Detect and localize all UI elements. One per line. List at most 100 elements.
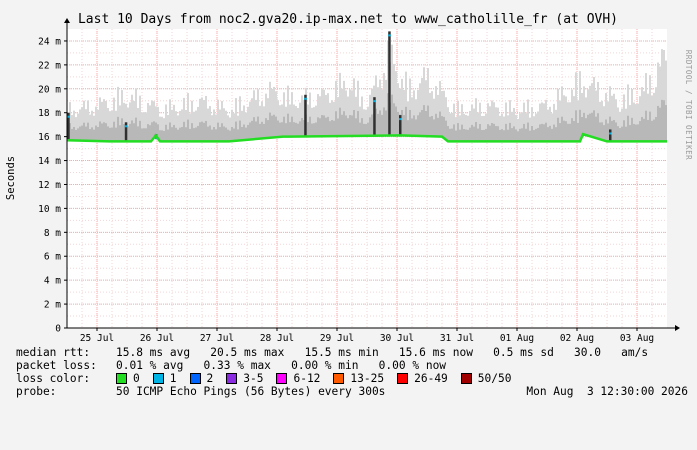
spread-core (181, 127, 183, 142)
median-rtt-stats: 15.8 ms avg 20.5 ms max 15.5 ms min 15.6… (116, 346, 649, 359)
spread-core (321, 115, 323, 137)
loss-color-swatch (152, 373, 164, 384)
legend-loss-color: loss color: 0 1 2 3-5 6-12 13-25 26-49 50/50 (16, 372, 688, 385)
spread-core (143, 128, 145, 142)
spread-core (131, 120, 133, 142)
y-axis-label: Seconds (5, 156, 17, 200)
spread-core (337, 118, 339, 137)
spread-core (133, 123, 135, 142)
spread-core (549, 125, 551, 142)
spread-core (307, 122, 309, 137)
spread-core (177, 129, 179, 142)
x-tick-label: 27 Jul (200, 333, 234, 344)
rtt-spike (373, 97, 376, 136)
spread-core (621, 126, 623, 142)
loss-color-item: 1 (152, 372, 177, 385)
spread-core (117, 116, 119, 142)
spread-core (173, 124, 175, 142)
spread-core (105, 123, 107, 142)
x-tick-label: 29 Jul (320, 333, 354, 344)
spread-core (251, 120, 253, 140)
packet-loss-stats: 0.01 % avg 0.33 % max 0.00 % min 0.00 % … (116, 359, 447, 372)
spread-core (269, 112, 271, 138)
spread-core (585, 118, 587, 136)
spread-core (351, 115, 353, 136)
spread-core (539, 124, 541, 142)
spread-core (607, 123, 609, 142)
spread-core (79, 126, 81, 141)
spread-core (443, 116, 445, 139)
spread-core (545, 122, 547, 142)
spread-core (421, 109, 423, 137)
spread-core (349, 115, 351, 136)
spread-core (161, 130, 163, 142)
spread-core (471, 124, 473, 142)
y-axis-arrow (64, 18, 70, 23)
spread-core (659, 107, 661, 142)
loss-color-swatch (333, 373, 345, 384)
y-tick-label: 2 m (44, 300, 61, 311)
spread-core (339, 107, 341, 137)
spread-core (427, 105, 429, 137)
spread-core (301, 117, 303, 137)
spread-core (179, 127, 181, 142)
loss-color-item: 26-49 (397, 372, 448, 385)
spread-core (403, 115, 405, 136)
legend-probe: probe: 50 ICMP Echo Pings (56 Bytes) eve… (16, 385, 688, 398)
spread-core (463, 129, 465, 142)
spread-core (567, 123, 569, 142)
spread-core (633, 123, 635, 142)
spread-core (209, 125, 211, 142)
spread-core (381, 114, 383, 136)
spread-core (547, 127, 549, 142)
spread-core (223, 126, 225, 142)
spread-core (85, 126, 87, 141)
spread-core (187, 119, 189, 142)
spread-core (129, 123, 131, 142)
spread-core (147, 124, 149, 142)
spread-core (295, 122, 297, 137)
x-tick-label: 01 Aug (500, 333, 534, 344)
rrdtool-credit: RRDTOOL / TOBI OETIKER (684, 50, 693, 160)
spread-core (643, 118, 645, 142)
spread-core (347, 118, 349, 137)
loss-color-swatch (276, 373, 288, 384)
spread-core (495, 126, 497, 142)
rtt-spike (388, 31, 391, 136)
spread-core (229, 130, 231, 142)
spread-core (453, 124, 455, 142)
spread-core (103, 122, 105, 142)
y-tick-label: 18 m (38, 108, 61, 119)
spread-core (525, 128, 527, 142)
loss-color-swatch (189, 373, 201, 384)
spread-core (273, 114, 275, 138)
spread-core (327, 116, 329, 137)
spread-core (537, 127, 539, 142)
spread-core (553, 124, 555, 142)
spread-core (625, 126, 627, 142)
spread-core (559, 123, 561, 142)
spread-core (341, 114, 343, 137)
y-tick-label: 20 m (38, 84, 61, 95)
spread-core (543, 124, 545, 142)
spread-core (289, 122, 291, 137)
generated-date: Mon Aug 3 12:30:00 2026 (526, 385, 688, 398)
spread-core (83, 122, 85, 141)
spread-core (175, 127, 177, 142)
spread-core (587, 114, 589, 136)
spread-core (243, 124, 245, 141)
spread-core (257, 116, 259, 139)
spread-core (475, 121, 477, 142)
spread-core (573, 121, 575, 142)
spread-core (121, 118, 123, 142)
x-axis-arrow (675, 325, 680, 331)
spread-core (317, 117, 319, 137)
spread-core (595, 116, 597, 139)
spread-core (439, 111, 441, 137)
spread-core (493, 123, 495, 142)
loss-color-item: 2 (189, 372, 213, 385)
loss-color-swatch-label: 50/50 (477, 372, 512, 385)
spread-core (397, 111, 399, 136)
spike-marker (373, 100, 376, 103)
spread-core (93, 129, 95, 141)
